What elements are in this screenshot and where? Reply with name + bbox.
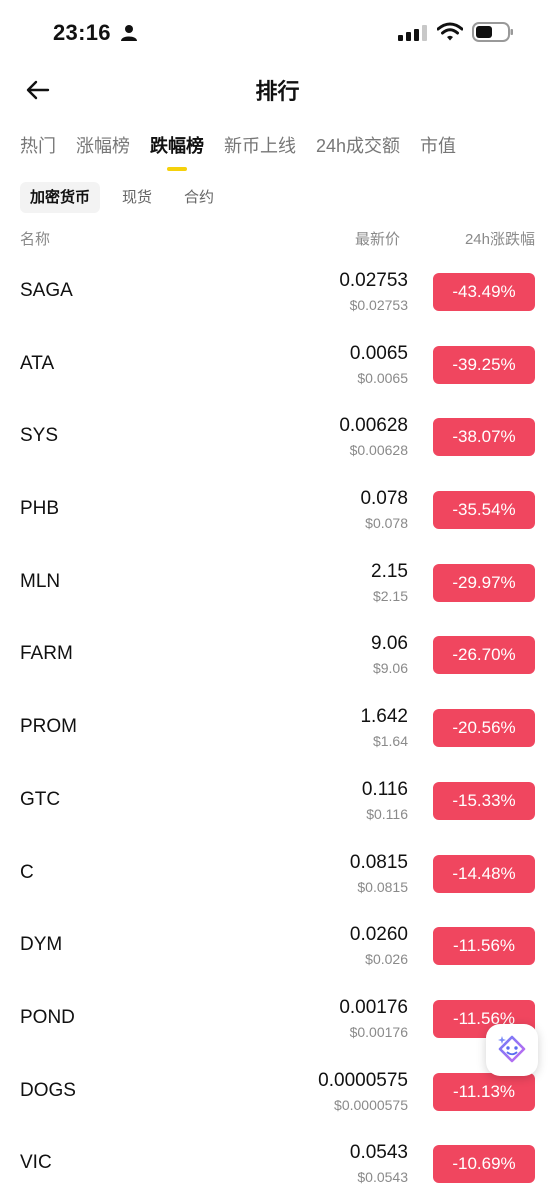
change-badge[interactable]: -15.33% (433, 781, 535, 820)
subtab-crypto[interactable]: 加密货币 (20, 182, 101, 213)
column-header-name[interactable]: 名称 (20, 228, 50, 249)
last-price: 0.116 (361, 778, 408, 800)
last-price: 2.15 (371, 560, 408, 582)
last-price: 0.02753 (339, 270, 408, 291)
tab-market-cap[interactable]: 市值 (420, 133, 456, 173)
coin-symbol: PHB (20, 498, 60, 520)
last-price: 0.0065 (349, 342, 408, 364)
table-row[interactable]: SYS 0.00628 $0.00628 -38.07% (0, 401, 555, 474)
wifi-icon (437, 22, 463, 41)
change-badge[interactable]: -39.25% (433, 345, 535, 384)
change-badge[interactable]: -11.56% (433, 927, 535, 966)
battery-icon (472, 22, 513, 42)
change-badge[interactable]: -29.97% (433, 563, 535, 602)
person-icon (121, 25, 137, 41)
change-badge[interactable]: -26.70% (433, 636, 535, 675)
usd-price: $0.0065 (357, 369, 408, 386)
table-row[interactable]: PROM 1.642 $1.64 -20.56% (0, 692, 555, 765)
tab-hot[interactable]: 热门 (20, 133, 56, 173)
coin-symbol: PROM (20, 716, 77, 738)
status-bar: 23:16 (0, 0, 555, 62)
column-header-price[interactable]: 最新价 (355, 228, 400, 249)
subtab-futures[interactable]: 合约 (174, 182, 224, 213)
tab-new-listings[interactable]: 新币上线 (224, 133, 296, 173)
coin-symbol: C (20, 861, 34, 883)
table-row[interactable]: SAGA 0.02753 $0.02753 -43.49% (0, 256, 555, 329)
usd-price: $0.078 (365, 515, 408, 532)
last-price: 0.0543 (349, 1142, 408, 1164)
change-badge[interactable]: -35.54% (433, 491, 535, 530)
coin-symbol: SAGA (20, 280, 73, 301)
table-row[interactable]: ATA 0.0065 $0.0065 -39.25% (0, 329, 555, 402)
table-row[interactable]: DOGS 0.0000575 $0.0000575 -11.13% (0, 1056, 555, 1129)
last-price: 0.0260 (349, 924, 408, 946)
usd-price: $2.15 (372, 587, 408, 604)
coin-symbol: ATA (20, 352, 55, 374)
coin-symbol: MLN (20, 570, 61, 592)
coin-symbol: SYS (20, 425, 59, 447)
last-price: 0.078 (360, 488, 408, 510)
table-row[interactable]: MLN 2.15 $2.15 -29.97% (0, 547, 555, 620)
last-price: 0.0815 (349, 851, 408, 873)
usd-price: $1.64 (372, 733, 408, 750)
ranking-list: SAGA 0.02753 $0.02753 -43.49% ATA 0.0065… (0, 256, 555, 1200)
usd-price: $0.116 (366, 805, 408, 822)
assistant-fab-button[interactable] (486, 1024, 538, 1076)
tab-gainers[interactable]: 涨幅榜 (76, 133, 130, 173)
signal-icon (398, 25, 427, 41)
table-row[interactable]: FARM 9.06 $9.06 -26.70% (0, 619, 555, 692)
column-header-change[interactable]: 24h涨跌幅 (465, 228, 535, 249)
status-time: 23:16 (53, 20, 111, 45)
market-type-tabs: 加密货币 现货 合约 (20, 182, 236, 213)
last-price: 0.00176 (339, 996, 408, 1018)
subtab-spot[interactable]: 现货 (112, 182, 162, 213)
usd-price: $0.0000575 (334, 1096, 408, 1113)
coin-symbol: DYM (20, 934, 63, 956)
table-row[interactable]: DYM 0.0260 $0.026 -11.56% (0, 910, 555, 983)
table-row[interactable]: GTC 0.116 $0.116 -15.33% (0, 765, 555, 838)
tab-losers[interactable]: 跌幅榜 (150, 133, 204, 173)
coin-symbol: GTC (20, 788, 61, 810)
coin-symbol: FARM (20, 643, 73, 665)
usd-price: $0.00176 (349, 1023, 408, 1040)
last-price: 0.00628 (339, 415, 408, 437)
coin-symbol: POND (20, 1006, 75, 1028)
change-badge[interactable]: -14.48% (433, 854, 535, 893)
change-badge[interactable]: -11.13% (433, 1072, 535, 1111)
nav-bar: 排行 (0, 62, 555, 118)
table-row[interactable]: POND 0.00176 $0.00176 -11.56% (0, 983, 555, 1056)
ai-assistant-icon (498, 1035, 526, 1063)
tab-24h-volume[interactable]: 24h成交额 (316, 133, 400, 173)
ranking-tabs: 热门 涨幅榜 跌幅榜 新币上线 24h成交额 市值 (20, 133, 476, 179)
change-badge[interactable]: -10.69% (433, 1145, 535, 1184)
change-badge[interactable]: -20.56% (433, 709, 535, 748)
table-row[interactable]: PHB 0.078 $0.078 -35.54% (0, 474, 555, 547)
usd-price: $0.0815 (357, 878, 408, 895)
coin-symbol: DOGS (20, 1079, 76, 1101)
change-badge[interactable]: -43.49% (433, 273, 535, 311)
last-price: 1.642 (360, 706, 408, 728)
coin-symbol: VIC (20, 1152, 52, 1174)
usd-price: $0.0543 (357, 1169, 408, 1186)
table-row[interactable]: VIC 0.0543 $0.0543 -10.69% (0, 1128, 555, 1200)
change-badge[interactable]: -38.07% (433, 418, 535, 457)
usd-price: $0.00628 (349, 442, 408, 459)
last-price: 0.0000575 (318, 1069, 408, 1091)
usd-price: $0.02753 (349, 297, 408, 313)
last-price: 9.06 (371, 633, 408, 655)
page-title: 排行 (255, 79, 300, 104)
table-row[interactable]: C 0.0815 $0.0815 -14.48% (0, 838, 555, 911)
usd-price: $9.06 (372, 660, 408, 677)
usd-price: $0.026 (365, 951, 408, 968)
